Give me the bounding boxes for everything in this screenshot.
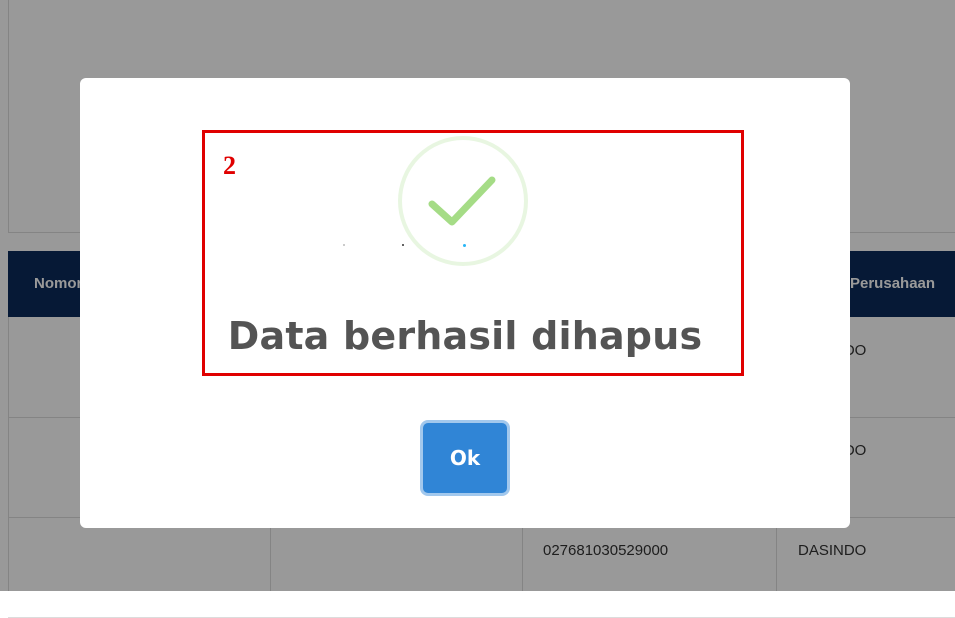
annotation-number: 2: [223, 151, 236, 180]
ok-button[interactable]: Ok: [423, 423, 507, 493]
annotation-box: 2: [202, 130, 744, 376]
success-dialog: Data berhasil dihapus 2 Ok: [80, 78, 850, 528]
